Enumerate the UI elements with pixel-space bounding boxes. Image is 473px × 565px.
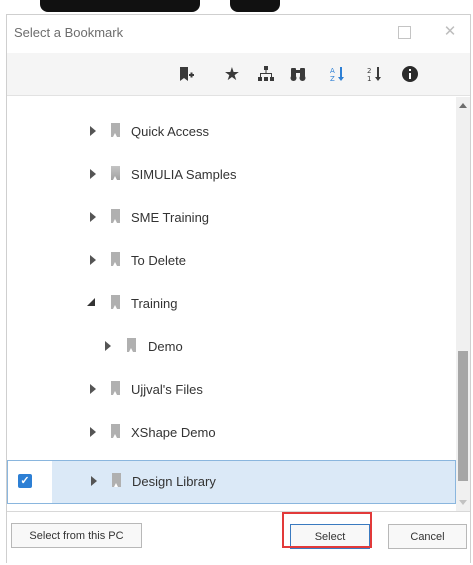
expand-arrow-icon[interactable] (90, 384, 96, 394)
select-bookmark-dialog: Select a Bookmark ✕ ★ AZ 21 Quick Access… (6, 14, 471, 563)
close-button[interactable]: ✕ (441, 23, 459, 41)
expand-arrow-icon[interactable] (90, 212, 96, 222)
bookmark-icon (111, 166, 120, 180)
scrollbar-thumb[interactable] (458, 351, 468, 481)
tree-item-to-delete[interactable]: To Delete (7, 240, 456, 283)
maximize-icon (397, 26, 411, 39)
toolbar: ★ AZ 21 (7, 53, 470, 96)
favorite-star-icon[interactable]: ★ (221, 63, 243, 85)
tree-item-design-library[interactable]: ✓ Design Library (7, 460, 456, 504)
bookmark-icon (111, 123, 120, 137)
cancel-button[interactable]: Cancel (388, 524, 467, 549)
tree-item-label: SIMULIA Samples (131, 167, 237, 182)
info-icon[interactable] (399, 63, 421, 85)
bookmark-icon (127, 338, 136, 352)
tree-item-label: Training (131, 296, 178, 311)
tree-item-label: Quick Access (131, 124, 210, 139)
dialog-title: Select a Bookmark (14, 25, 124, 40)
expand-arrow-icon[interactable] (90, 255, 96, 265)
bookmark-icon (111, 295, 120, 309)
checkbox-checked-icon[interactable]: ✓ (18, 474, 32, 488)
tree-item-quick-access[interactable]: Quick Access (7, 111, 456, 154)
tree-item-label: To Delete (131, 253, 186, 268)
bookmark-tree[interactable]: Quick Access SIMULIA Samples SME Trainin… (7, 97, 456, 511)
titlebar: Select a Bookmark ✕ (7, 15, 470, 51)
svg-text:Z: Z (330, 75, 335, 83)
tree-item-training[interactable]: Training (7, 283, 456, 326)
tree-item-demo[interactable]: Demo (7, 326, 456, 369)
select-button[interactable]: Select (290, 524, 370, 549)
top-edge (0, 0, 473, 14)
tree-item-label: Demo (148, 339, 183, 354)
svg-text:1: 1 (367, 75, 371, 83)
tree-item-label: XShape Demo (131, 425, 216, 440)
svg-text:2: 2 (367, 67, 371, 75)
bookmark-icon (111, 381, 120, 395)
maximize-button[interactable] (395, 23, 413, 41)
tree-item-label: SME Training (131, 210, 210, 225)
expand-arrow-icon[interactable] (105, 341, 111, 351)
dialog-footer: Select from this PC Select Cancel (7, 511, 470, 563)
bookmark-icon (111, 424, 120, 438)
scroll-up-icon[interactable] (459, 103, 467, 108)
binoculars-search-icon[interactable] (287, 63, 309, 85)
vertical-scrollbar[interactable] (456, 97, 470, 511)
select-from-pc-button[interactable]: Select from this PC (11, 523, 142, 548)
expand-arrow-icon[interactable] (90, 126, 96, 136)
expand-arrow-icon[interactable] (90, 169, 96, 179)
hierarchy-icon[interactable] (255, 63, 277, 85)
tree-item-xshape-demo[interactable]: XShape Demo (7, 412, 456, 455)
tree-item-sme-training[interactable]: SME Training (7, 197, 456, 240)
add-bookmark-icon[interactable] (175, 63, 197, 85)
svg-text:A: A (330, 67, 335, 75)
tree-item-ujjvals-files[interactable]: Ujjval's Files (7, 369, 456, 412)
collapse-arrow-icon[interactable] (87, 298, 95, 306)
bookmark-icon (112, 473, 121, 487)
tree-item-label: Ujjval's Files (131, 382, 203, 397)
bookmark-icon (111, 209, 120, 223)
tree-item-simulia-samples[interactable]: SIMULIA Samples (7, 154, 456, 197)
expand-arrow-icon[interactable] (91, 476, 97, 486)
expand-arrow-icon[interactable] (90, 427, 96, 437)
bookmark-icon (111, 252, 120, 266)
sort-numeric-icon[interactable]: 21 (364, 63, 386, 85)
sort-az-icon[interactable]: AZ (327, 63, 349, 85)
scroll-down-icon[interactable] (459, 500, 467, 505)
tree-item-label: Design Library (132, 474, 216, 489)
